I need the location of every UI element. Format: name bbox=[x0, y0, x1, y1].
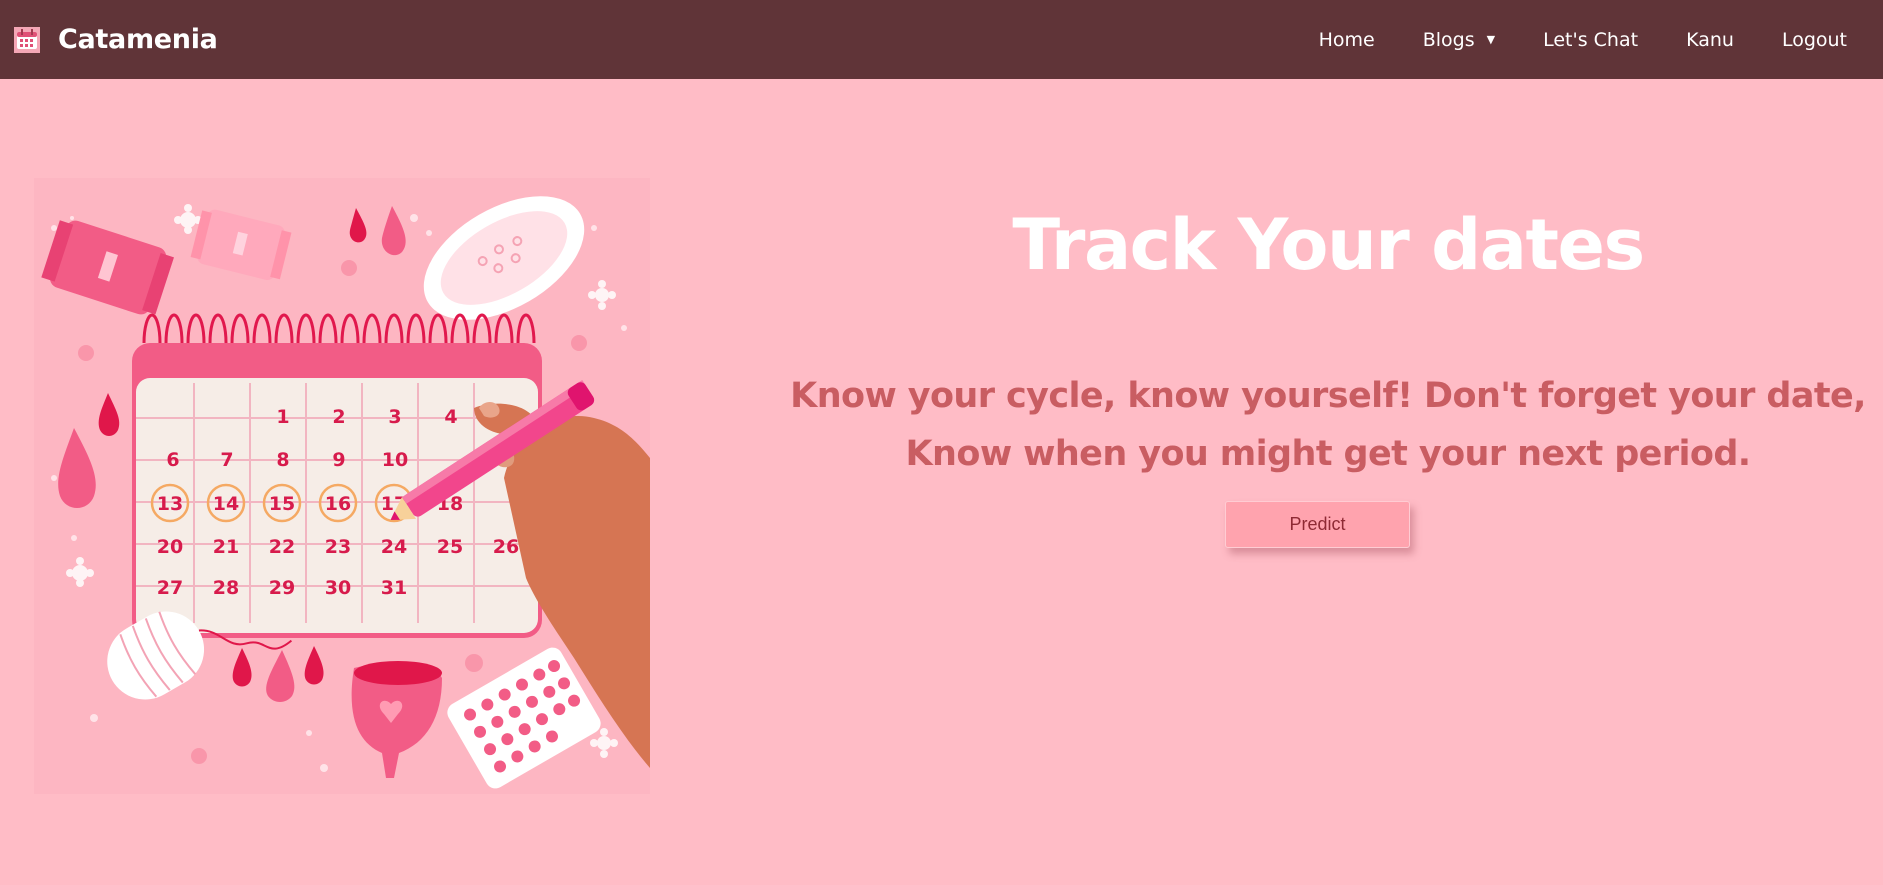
predict-button[interactable]: Predict bbox=[1225, 501, 1410, 548]
calendar-day: 25 bbox=[437, 536, 463, 558]
brand-name: Catamenia bbox=[58, 24, 218, 55]
nav-logout-link[interactable]: Logout bbox=[1782, 29, 1847, 51]
nav-user-link[interactable]: Kanu bbox=[1686, 29, 1734, 51]
calendar-day: 14 bbox=[213, 493, 239, 515]
nav-links: Home Blogs ▼ Let's Chat Kanu Logout bbox=[1319, 0, 1883, 79]
calendar-day: 23 bbox=[325, 536, 351, 558]
navbar: Catamenia Home Blogs ▼ Let's Chat Kanu L… bbox=[0, 0, 1883, 79]
period-calendar-illustration: 1 2 3 4 6 7 8 9 10 13 14 15 16 17 18 20 … bbox=[34, 178, 650, 794]
hero-subtitle: Know your cycle, know yourself! Don't fo… bbox=[790, 376, 1866, 474]
calendar-day: 21 bbox=[213, 536, 239, 558]
calendar-day: 30 bbox=[325, 577, 351, 599]
calendar-day: 26 bbox=[493, 536, 519, 558]
calendar-day: 6 bbox=[166, 449, 179, 471]
nav-blogs-dropdown[interactable]: Blogs ▼ bbox=[1423, 29, 1495, 51]
calendar-day: 16 bbox=[325, 493, 351, 515]
calendar-day: 9 bbox=[332, 449, 345, 471]
calendar-day: 4 bbox=[444, 406, 457, 428]
calendar-day: 28 bbox=[213, 577, 239, 599]
calendar-day: 27 bbox=[157, 577, 183, 599]
nav-chat-link[interactable]: Let's Chat bbox=[1543, 29, 1638, 51]
calendar-day: 8 bbox=[276, 449, 289, 471]
hero-title: Track Your dates bbox=[1012, 204, 1645, 286]
calendar-day: 7 bbox=[220, 449, 233, 471]
nav-blogs-label: Blogs bbox=[1422, 28, 1475, 51]
calendar-day: 20 bbox=[157, 536, 183, 558]
calendar-day: 2 bbox=[332, 406, 345, 428]
calendar-day: 15 bbox=[269, 493, 295, 515]
brand-link[interactable]: Catamenia bbox=[14, 24, 218, 55]
calendar-day: 29 bbox=[269, 577, 295, 599]
calendar-day: 31 bbox=[381, 577, 407, 599]
calendar-day: 22 bbox=[269, 536, 295, 558]
caret-down-icon: ▼ bbox=[1486, 33, 1496, 46]
calendar-day: 1 bbox=[276, 406, 289, 428]
calendar-logo-icon bbox=[14, 26, 40, 53]
calendar-day: 3 bbox=[388, 406, 401, 428]
calendar-day: 10 bbox=[382, 449, 408, 471]
calendar-day: 24 bbox=[381, 536, 407, 558]
nav-home-link[interactable]: Home bbox=[1319, 29, 1375, 51]
calendar-day: 13 bbox=[157, 493, 183, 515]
